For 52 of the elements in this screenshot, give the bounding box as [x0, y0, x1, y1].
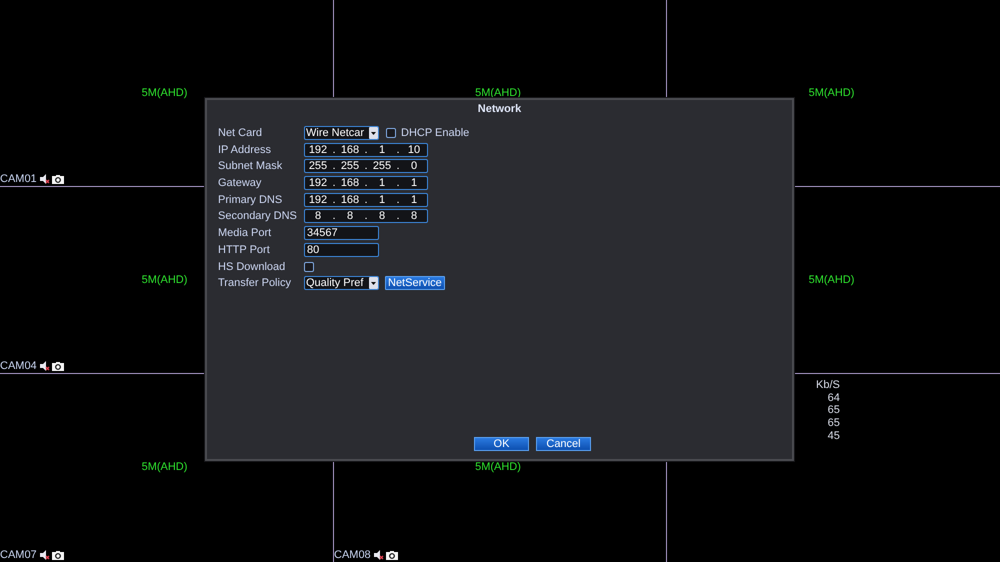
- bitrate-value: 64: [828, 392, 840, 404]
- field-label: Gateway: [218, 177, 262, 190]
- ip-address-field[interactable]: 192 . 168 . 1 . 1: [304, 176, 428, 190]
- caret-icon: [369, 277, 378, 290]
- checkbox-label: DHCP Enable: [401, 127, 470, 139]
- field-label: IP Address: [218, 144, 272, 156]
- speaker-muted-icon: [38, 174, 50, 184]
- resolution-label: 5M(AHD): [142, 461, 188, 473]
- bitrate-value: 65: [828, 404, 840, 418]
- caret-icon: [369, 127, 378, 139]
- camera-name: CAM07: [0, 549, 37, 561]
- resolution-label: 5M(AHD): [808, 274, 854, 286]
- speaker-muted-icon: [38, 550, 50, 560]
- dropdown[interactable]: Quality Pref: [304, 276, 379, 290]
- camera-icon: [52, 174, 64, 184]
- checkbox[interactable]: [304, 262, 314, 272]
- dropdown[interactable]: Wire Netcar: [304, 126, 379, 140]
- resolution-label: 5M(AHD): [142, 87, 188, 99]
- field-label: HTTP Port: [218, 244, 271, 256]
- field-label: Transfer Policy: [218, 277, 292, 290]
- resolution-label: 5M(AHD): [142, 274, 188, 286]
- field-label: HS Download: [218, 260, 286, 272]
- field-label: Secondary DNS: [218, 210, 298, 222]
- field-label: Primary DNS: [218, 194, 284, 206]
- ok-button[interactable]: OK: [474, 437, 529, 451]
- camera-name: CAM08: [334, 549, 371, 561]
- ip-address-field[interactable]: 8 . 8 . 8 . 8: [304, 209, 428, 224]
- ip-address-field[interactable]: 192 . 168 . 1 . 10: [304, 142, 428, 157]
- bitrate-value: 45: [828, 430, 840, 443]
- netservice-button[interactable]: NetService: [385, 276, 445, 290]
- field-label: Net Card: [218, 127, 264, 139]
- resolution-label: 5M(AHD): [475, 461, 521, 473]
- speaker-muted-icon: [38, 361, 50, 371]
- checkbox[interactable]: [386, 128, 396, 138]
- input-field[interactable]: 34567: [304, 226, 379, 240]
- bitrate-heading: Kb/S: [816, 379, 840, 392]
- resolution-label: 5M(AHD): [808, 87, 854, 99]
- camera-icon: [386, 550, 398, 560]
- ip-address-field[interactable]: 192 . 168 . 1 . 1: [304, 192, 428, 207]
- field-label: Subnet Mask: [218, 160, 284, 172]
- input-field[interactable]: 80: [304, 242, 379, 257]
- camera-icon: [52, 362, 64, 370]
- dialog-title: Network: [478, 103, 522, 115]
- resolution-label: 5M(AHD): [475, 87, 521, 99]
- camera-name: CAM04: [0, 360, 37, 372]
- speaker-muted-icon: [372, 550, 384, 560]
- bitrate-value: 65: [828, 417, 840, 430]
- cancel-button[interactable]: Cancel: [536, 437, 591, 451]
- camera-name: CAM01: [0, 173, 37, 185]
- camera-icon: [52, 550, 64, 560]
- ip-address-field[interactable]: 255 . 255 . 255 . 0: [304, 159, 428, 174]
- field-label: Media Port: [218, 227, 272, 240]
